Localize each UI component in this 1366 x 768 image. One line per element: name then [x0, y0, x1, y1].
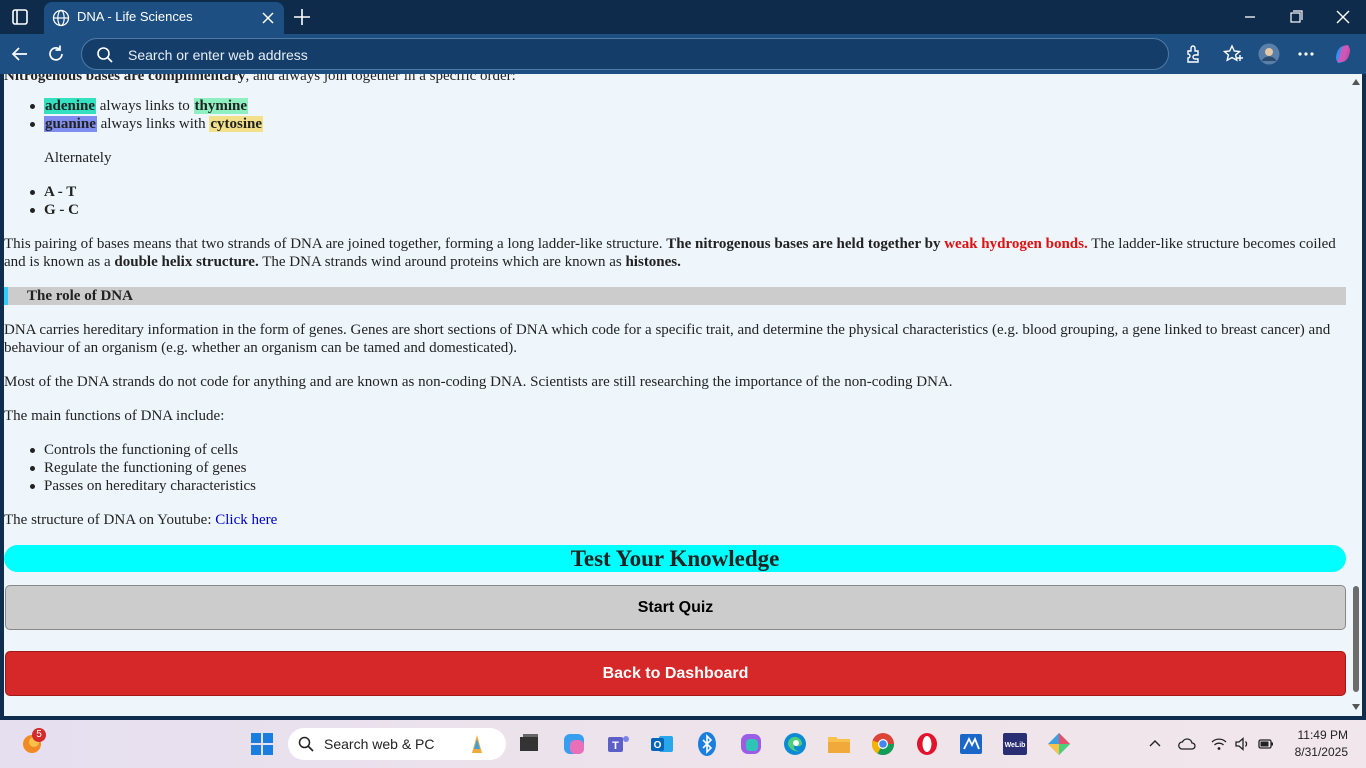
extensions-icon[interactable] — [1182, 43, 1204, 65]
functions-list: Controls the functioning of cells Regula… — [30, 441, 256, 495]
list-item: Regulate the functioning of genes — [30, 459, 256, 477]
volume-icon[interactable] — [1233, 735, 1251, 753]
adenine-highlight: adenine — [44, 98, 97, 114]
youtube-link[interactable]: Click here — [215, 512, 277, 528]
welib-icon[interactable]: WeLib — [1002, 731, 1028, 757]
browser-title-bar: DNA - Life Sciences — [0, 0, 1366, 34]
scroll-down-arrow-icon[interactable] — [1352, 704, 1360, 710]
base-pair-list: adenine always links to thymine guanine … — [29, 97, 264, 133]
onedrive-cloud-icon[interactable] — [1178, 735, 1196, 753]
thymine-highlight: thymine — [193, 98, 249, 114]
more-options-icon[interactable] — [1295, 43, 1317, 65]
hydrogen-bonds-text: weak hydrogen bonds. — [944, 236, 1088, 252]
histones-text: histones. — [625, 254, 681, 270]
wifi-icon[interactable] — [1210, 735, 1228, 753]
pairing-text-6: The DNA strands wind around proteins whi… — [262, 254, 622, 270]
scroll-up-arrow-icon[interactable] — [1352, 79, 1360, 85]
start-quiz-button[interactable]: Start Quiz — [5, 585, 1346, 630]
cut-off-bold: Nitrogenous bases are complimentary — [4, 74, 246, 84]
file-explorer-icon[interactable] — [826, 731, 852, 757]
restore-icon[interactable] — [1284, 6, 1308, 28]
clock-date: 8/31/2025 — [1294, 745, 1348, 759]
functions-intro: The main functions of DNA include: — [4, 408, 225, 424]
role-heading: The role of DNA — [4, 287, 1346, 305]
quiz-heading: Test Your Knowledge — [4, 545, 1346, 572]
globe-icon — [52, 9, 70, 27]
cytosine-highlight: cytosine — [209, 116, 264, 132]
pair-link-text: always links to — [99, 98, 190, 114]
clock-time: 11:49 PM — [1297, 728, 1348, 742]
address-bar[interactable]: Search or enter web address — [81, 38, 1169, 70]
guanine-highlight: guanine — [44, 116, 97, 132]
list-item: guanine always links with cytosine — [29, 115, 264, 133]
page-viewport: Nitrogenous bases are complimentary, and… — [4, 74, 1362, 716]
refresh-icon[interactable] — [45, 43, 67, 65]
taskbar-search-text: Search web & PC — [324, 736, 435, 752]
svg-text:WeLib: WeLib — [1005, 742, 1026, 749]
pair-link-text: always links with — [100, 116, 206, 132]
tab-active[interactable]: DNA - Life Sciences — [44, 2, 284, 34]
system-clock[interactable]: 11:49 PM 8/31/2025 — [1295, 727, 1348, 761]
battery-icon[interactable] — [1257, 735, 1275, 753]
opera-icon[interactable] — [914, 731, 940, 757]
taskbar: 5 Search web & PC T O WeLib 11:49 PM 8/3… — [0, 720, 1366, 768]
list-item: Controls the functioning of cells — [30, 441, 256, 459]
search-icon — [97, 47, 113, 63]
address-placeholder: Search or enter web address — [128, 47, 308, 63]
teams-icon[interactable]: T — [605, 731, 631, 757]
widgets-badge: 5 — [32, 728, 46, 742]
alternately-text: Alternately — [44, 150, 112, 166]
search-icon — [298, 736, 314, 752]
bluetooth-icon[interactable] — [694, 731, 720, 757]
svg-text:O: O — [654, 740, 662, 751]
m365-icon[interactable] — [738, 731, 764, 757]
svg-text:T: T — [612, 740, 619, 752]
copilot-icon[interactable] — [1332, 43, 1354, 65]
task-view-icon[interactable] — [516, 731, 542, 757]
favorites-icon[interactable] — [1222, 43, 1244, 65]
back-to-dashboard-button[interactable]: Back to Dashboard — [5, 651, 1346, 696]
chevron-up-icon[interactable] — [1146, 735, 1164, 753]
chrome-icon[interactable] — [870, 731, 896, 757]
copilot-app-icon[interactable] — [561, 731, 587, 757]
app-icon-m[interactable] — [958, 731, 984, 757]
list-item: adenine always links to thymine — [29, 97, 263, 115]
back-arrow-icon[interactable] — [9, 43, 31, 65]
taskbar-search[interactable]: Search web & PC — [288, 728, 506, 760]
cut-off-rest: , and always join together in a specific… — [245, 74, 516, 84]
browser-toolbar: Search or enter web address — [0, 34, 1366, 74]
outlook-icon[interactable]: O — [649, 731, 675, 757]
new-tab-icon[interactable] — [291, 6, 313, 28]
list-item: A - T — [30, 183, 79, 201]
profile-avatar-icon[interactable] — [1258, 43, 1280, 65]
edge-icon[interactable] — [782, 731, 808, 757]
noncoding-paragraph: Most of the DNA strands do not code for … — [4, 374, 953, 390]
app-icon-colorful[interactable] — [1046, 731, 1072, 757]
youtube-text: The structure of DNA on Youtube: — [4, 512, 212, 528]
cut-off-line: Nitrogenous bases are complimentary, and… — [4, 74, 516, 85]
search-highlight-icon — [472, 735, 482, 753]
minimize-icon[interactable] — [1238, 6, 1262, 28]
short-pair-list: A - T G - C — [30, 183, 79, 219]
close-tab-icon[interactable] — [260, 10, 276, 26]
pairing-text-2: The nitrogenous bases are held together … — [666, 236, 941, 252]
youtube-line: The structure of DNA on Youtube: Click h… — [4, 511, 1346, 529]
scrollbar-thumb[interactable] — [1353, 586, 1359, 692]
pairing-text-1: This pairing of bases means that two str… — [4, 236, 663, 252]
list-item: G - C — [30, 202, 79, 218]
close-window-icon[interactable] — [1331, 6, 1355, 28]
tab-actions-icon[interactable] — [8, 5, 32, 29]
tab-title: DNA - Life Sciences — [77, 9, 193, 24]
page-scrollbar[interactable] — [1350, 74, 1362, 716]
pairing-paragraph: This pairing of bases means that two str… — [4, 235, 1346, 271]
double-helix-text: double helix structure. — [114, 254, 259, 270]
list-item: Passes on hereditary characteristics — [30, 478, 256, 494]
role-paragraph: DNA carries hereditary information in th… — [4, 322, 1331, 356]
start-windows-icon[interactable] — [249, 731, 275, 757]
